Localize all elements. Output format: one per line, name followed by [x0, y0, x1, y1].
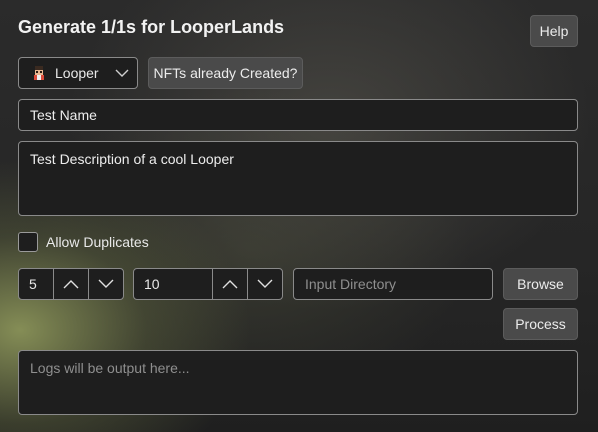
count-from-increment-button[interactable] — [53, 269, 88, 299]
chevron-down-icon — [97, 278, 115, 290]
chevron-up-icon — [62, 278, 80, 290]
allow-duplicates-checkbox[interactable] — [18, 232, 38, 252]
count-from-stepper[interactable]: 5 — [18, 268, 124, 300]
count-to-value[interactable]: 10 — [134, 269, 212, 299]
page-title: Generate 1/1s for LooperLands — [18, 17, 285, 37]
help-button[interactable]: Help — [530, 15, 578, 47]
count-to-stepper[interactable]: 10 — [133, 268, 283, 300]
description-field[interactable]: Test Description of a cool Looper — [18, 141, 578, 216]
character-select[interactable]: Looper — [18, 57, 138, 89]
logs-output[interactable]: Logs will be output here... — [18, 350, 578, 415]
nfts-already-created-button[interactable]: NFTs already Created? — [148, 57, 303, 89]
browse-button[interactable]: Browse — [503, 268, 578, 300]
count-to-increment-button[interactable] — [212, 269, 247, 299]
count-to-decrement-button[interactable] — [247, 269, 282, 299]
looper-avatar-icon — [31, 65, 47, 81]
count-from-value[interactable]: 5 — [19, 269, 53, 299]
count-from-decrement-button[interactable] — [88, 269, 123, 299]
process-button[interactable]: Process — [503, 308, 578, 340]
chevron-down-icon — [115, 67, 129, 79]
chevron-down-icon — [256, 278, 274, 290]
chevron-up-icon — [221, 278, 239, 290]
character-select-value: Looper — [55, 65, 99, 81]
allow-duplicates-label: Allow Duplicates — [46, 234, 149, 250]
input-directory-field[interactable]: Input Directory — [293, 268, 493, 300]
name-field[interactable]: Test Name — [18, 99, 578, 131]
